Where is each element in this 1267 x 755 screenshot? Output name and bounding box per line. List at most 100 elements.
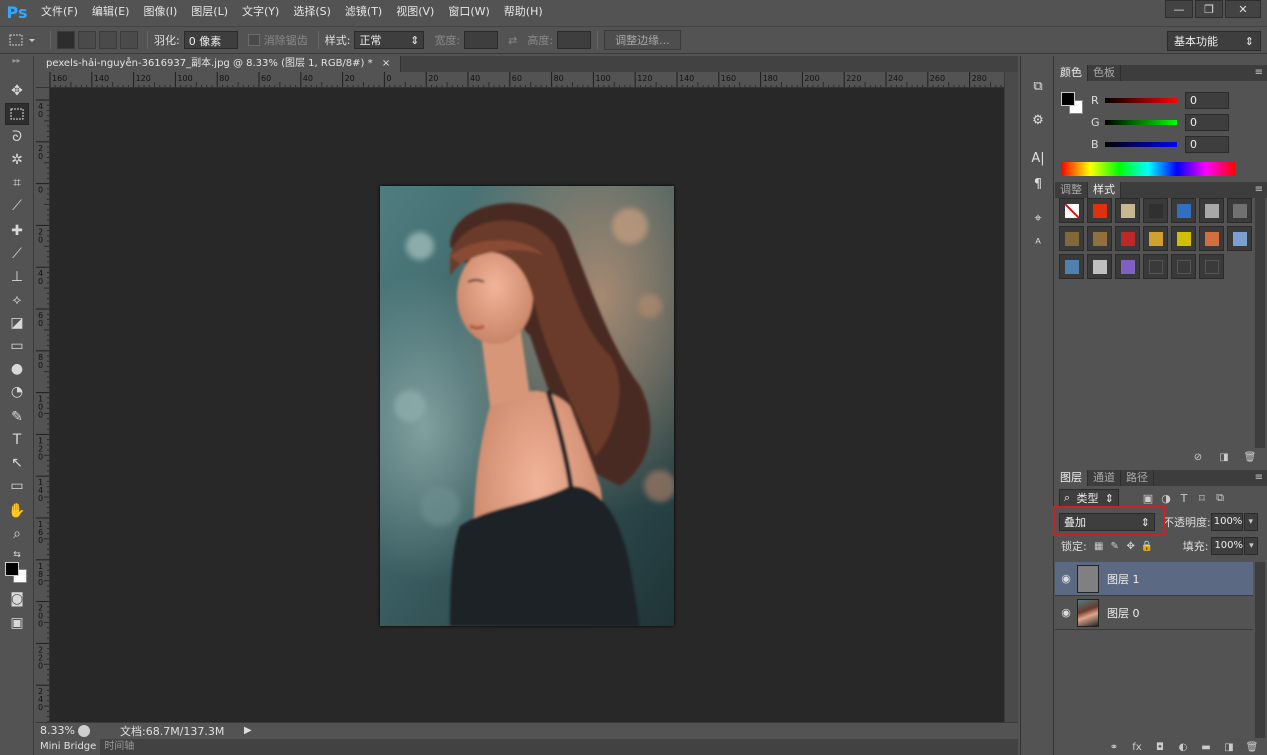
document-image[interactable] <box>380 186 674 626</box>
kind-filter-select[interactable]: ⌕ 类型 ⇕ <box>1059 489 1119 507</box>
color-foreground-swatch[interactable] <box>1061 92 1075 106</box>
screen-mode-icon[interactable]: ▣ <box>5 612 29 634</box>
lasso-tool-icon[interactable]: ᘐ <box>5 126 29 148</box>
type-tool-icon[interactable]: T <box>5 429 29 451</box>
panel-menu-icon[interactable]: ≡ <box>1255 65 1263 81</box>
menu-filter[interactable]: 滤镜(T) <box>338 0 389 24</box>
close-button[interactable]: ✕ <box>1225 0 1261 18</box>
fill-dropdown-icon[interactable]: ▾ <box>1244 537 1259 555</box>
menu-file[interactable]: 文件(F) <box>34 0 85 24</box>
color-spectrum-ramp[interactable] <box>1061 162 1235 176</box>
panel-menu-icon[interactable]: ≡ <box>1255 470 1263 486</box>
smart-object-filter-icon[interactable]: ⧉ <box>1211 491 1229 505</box>
style-preset[interactable] <box>1227 198 1252 223</box>
lock-position-icon[interactable]: ✥ <box>1123 541 1139 552</box>
channel-value-input[interactable]: 0 <box>1185 91 1229 109</box>
style-preset[interactable] <box>1087 254 1112 279</box>
adjustment-filter-icon[interactable]: ◑ <box>1157 492 1175 505</box>
status-menu-arrow-icon[interactable]: ▶ <box>244 725 252 736</box>
shape-filter-icon[interactable]: ⌑ <box>1193 492 1211 505</box>
adjustment-layer-icon[interactable]: ◐ <box>1176 742 1190 755</box>
fill-input[interactable]: 100% <box>1211 537 1244 555</box>
properties-panel-icon[interactable]: ⚙ <box>1027 110 1049 130</box>
tab-swatches[interactable]: 色板 <box>1088 65 1121 81</box>
status-info-icon[interactable] <box>78 724 90 737</box>
rectangle-tool-icon[interactable]: ▭ <box>5 475 29 497</box>
delete-style-icon[interactable]: 🗑 <box>1243 452 1257 464</box>
tab-channels[interactable]: 通道 <box>1088 470 1121 486</box>
style-preset[interactable] <box>1115 226 1140 251</box>
style-preset[interactable] <box>1199 226 1224 251</box>
subtract-selection-button[interactable] <box>99 31 117 49</box>
tool-preset-picker[interactable] <box>0 29 44 51</box>
panel-grip-icon[interactable]: ▸▸ <box>0 56 33 66</box>
style-preset[interactable] <box>1143 198 1168 223</box>
eyedropper-tool-icon[interactable]: ⟋ <box>5 195 29 217</box>
lock-transparent-icon[interactable]: ▦ <box>1091 541 1107 552</box>
healing-brush-tool-icon[interactable]: ✚ <box>5 220 29 242</box>
width-input[interactable] <box>464 31 499 49</box>
opacity-dropdown-icon[interactable]: ▾ <box>1243 513 1258 531</box>
hand-tool-icon[interactable]: ✋ <box>5 500 29 522</box>
style-preset[interactable] <box>1059 254 1084 279</box>
channel-slider[interactable] <box>1105 97 1177 103</box>
history-brush-tool-icon[interactable]: ⟡ <box>5 289 29 311</box>
paragraph-panel-icon[interactable]: ¶ <box>1027 174 1049 194</box>
opacity-input[interactable]: 100% <box>1210 513 1243 531</box>
minimize-button[interactable]: — <box>1165 0 1193 18</box>
style-preset[interactable] <box>1143 226 1168 251</box>
refine-edge-button[interactable]: 调整边缘... <box>604 30 681 50</box>
visibility-eye-icon[interactable]: ◉ <box>1055 572 1077 585</box>
foreground-color-swatch[interactable] <box>5 562 19 576</box>
style-preset[interactable] <box>1171 226 1196 251</box>
restore-button[interactable]: ❐ <box>1195 0 1223 18</box>
vertical-scrollbar[interactable] <box>1004 72 1018 722</box>
gradient-tool-icon[interactable]: ▭ <box>5 335 29 357</box>
feather-input[interactable]: 0 像素 <box>183 31 238 49</box>
new-layer-icon[interactable]: ◨ <box>1222 742 1236 755</box>
zoom-level[interactable]: 8.33% <box>36 724 75 737</box>
zoom-tool-icon[interactable]: ⌕ <box>5 523 29 545</box>
magic-wand-tool-icon[interactable]: ✲ <box>5 149 29 171</box>
intersect-selection-button[interactable] <box>120 31 138 49</box>
swap-icon[interactable]: ⇄ <box>508 34 517 47</box>
blur-tool-icon[interactable]: ● <box>5 358 29 380</box>
add-mask-icon[interactable]: ◘ <box>1153 742 1167 755</box>
history-panel-icon[interactable]: ⧉ <box>1027 76 1049 96</box>
canvas-area[interactable] <box>50 88 1004 722</box>
menu-help[interactable]: 帮助(H) <box>497 0 550 24</box>
channel-slider[interactable] <box>1105 141 1177 147</box>
new-style-icon[interactable]: ◨ <box>1217 452 1231 464</box>
pixel-filter-icon[interactable]: ▣ <box>1139 492 1157 505</box>
quick-mask-icon[interactable]: ◙ <box>5 588 29 610</box>
brush-tool-icon[interactable]: ⟋ <box>5 243 29 265</box>
new-group-icon[interactable]: ▬ <box>1199 742 1213 755</box>
menu-type[interactable]: 文字(Y) <box>235 0 286 24</box>
brush-presets-icon[interactable]: ⌖ <box>1027 208 1049 228</box>
channel-value-input[interactable]: 0 <box>1185 113 1229 131</box>
pen-tool-icon[interactable]: ✎ <box>5 406 29 428</box>
styles-scrollbar[interactable] <box>1255 198 1265 448</box>
delete-layer-icon[interactable]: 🗑 <box>1245 742 1259 755</box>
tab-color[interactable]: 颜色 <box>1055 65 1088 81</box>
tab-paths[interactable]: 路径 <box>1121 470 1154 486</box>
panel-menu-icon[interactable]: ≡ <box>1255 182 1263 198</box>
tab-layers[interactable]: 图层 <box>1055 470 1088 486</box>
style-preset[interactable] <box>1143 254 1168 279</box>
antialias-checkbox[interactable] <box>247 34 260 46</box>
type-filter-icon[interactable]: T <box>1175 492 1193 505</box>
clear-style-icon[interactable]: ⊘ <box>1191 452 1205 464</box>
add-selection-button[interactable] <box>78 31 96 49</box>
visibility-eye-icon[interactable]: ◉ <box>1055 606 1077 619</box>
workspace-select[interactable]: 基本功能 ⇕ <box>1167 31 1261 51</box>
style-preset[interactable] <box>1115 254 1140 279</box>
layer-style-fx-icon[interactable]: fx <box>1130 742 1144 755</box>
move-tool-icon[interactable]: ✥ <box>5 80 29 102</box>
style-preset[interactable] <box>1199 198 1224 223</box>
style-preset[interactable] <box>1087 226 1112 251</box>
tab-styles[interactable]: 样式 <box>1088 182 1121 198</box>
lock-all-icon[interactable]: 🔒 <box>1139 541 1155 552</box>
style-preset[interactable] <box>1171 254 1196 279</box>
style-preset[interactable] <box>1115 198 1140 223</box>
channel-slider[interactable] <box>1105 119 1177 125</box>
